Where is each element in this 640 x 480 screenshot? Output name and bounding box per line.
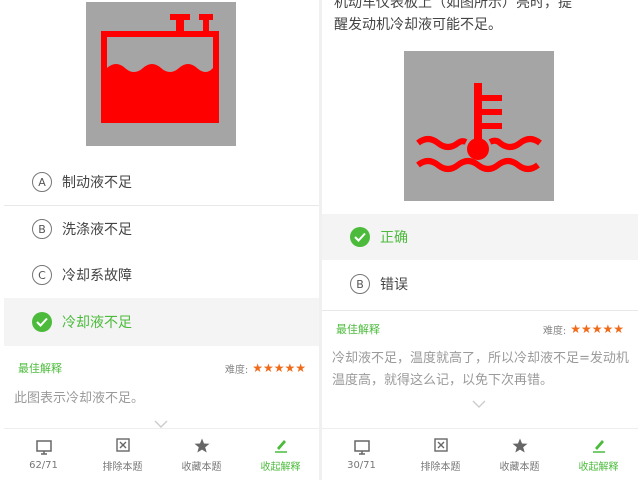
difficulty: 难度: ★★★★★	[543, 322, 624, 337]
bottom-toolbar: 30/71 排除本题 收藏本题 收起解释	[322, 428, 638, 480]
left-question-panel: A 制动液不足 B 洗涤液不足 C 冷却系故障 冷却液不足 最佳解释 难度: ★…	[4, 0, 320, 480]
explanation-header: 最佳解释 难度: ★★★★★	[322, 316, 638, 342]
option-c-label: 冷却系故障	[62, 268, 132, 284]
coolant-temperature-icon	[416, 83, 542, 172]
chevron-down-icon[interactable]	[472, 400, 486, 408]
explanation-text: 冷却液不足，温度就高了，所以冷却液不足=发动机温度高，就得这么记，以免下次再错。	[332, 351, 629, 388]
question-text-line-1: 机动车仪表板上（如图所示）亮时，提	[334, 0, 572, 11]
favorite-question-label: 收藏本题	[499, 462, 540, 473]
difficulty-label: 难度:	[224, 364, 249, 376]
difficulty-stars: ★★★★★	[252, 361, 306, 375]
option-true-label: 正确	[380, 230, 408, 246]
question-text-line-2: 醒发动机冷却液可能不足。	[334, 17, 502, 33]
progress-button[interactable]: 30/71	[322, 429, 401, 480]
option-b-false[interactable]: B 错误	[322, 261, 638, 307]
bottom-toolbar: 62/71 排除本题 收藏本题 收起解释	[4, 428, 320, 480]
pencil-icon	[592, 436, 606, 454]
collapse-explanation-button[interactable]: 收起解释	[241, 429, 320, 480]
right-question-panel: 机动车仪表板上（如图所示）亮时，提 醒发动机冷却液可能不足。 正确 B 错误 最…	[322, 0, 638, 480]
option-c[interactable]: C 冷却系故障	[4, 252, 320, 298]
exclude-question-label: 排除本题	[420, 462, 461, 473]
divider	[322, 310, 638, 311]
progress-button[interactable]: 62/71	[4, 429, 83, 480]
difficulty-stars: ★★★★★	[570, 322, 624, 336]
check-icon	[350, 227, 370, 247]
check-icon	[32, 312, 52, 332]
favorite-question-button[interactable]: 收藏本题	[162, 429, 241, 480]
collapse-explanation-label: 收起解释	[578, 462, 619, 473]
collapse-explanation-button[interactable]: 收起解释	[559, 429, 638, 480]
option-d-label: 冷却液不足	[62, 315, 132, 331]
coolant-reservoir-icon	[101, 14, 219, 123]
star-icon	[194, 436, 210, 454]
favorite-question-button[interactable]: 收藏本题	[480, 429, 559, 480]
exclude-question-button[interactable]: 排除本题	[83, 429, 162, 480]
option-a[interactable]: A 制动液不足	[4, 159, 320, 205]
option-b-label: 洗涤液不足	[62, 222, 132, 238]
option-b[interactable]: B 洗涤液不足	[4, 206, 320, 252]
difficulty-label: 难度:	[542, 325, 567, 337]
option-correct-true[interactable]: 正确	[322, 214, 638, 260]
option-a-key: A	[32, 172, 52, 192]
option-b-key: B	[32, 219, 52, 239]
exclude-question-label: 排除本题	[102, 462, 143, 473]
pencil-icon	[274, 436, 288, 454]
monitor-icon	[35, 438, 52, 456]
option-c-key: C	[32, 265, 52, 285]
option-false-label: 错误	[380, 277, 408, 293]
explanation-text: 此图表示冷却液不足。	[14, 391, 145, 406]
option-d-correct[interactable]: 冷却液不足	[4, 298, 320, 346]
explanation-header: 最佳解释 难度: ★★★★★	[4, 355, 320, 381]
star-icon	[512, 436, 528, 454]
monitor-icon	[353, 438, 370, 456]
close-box-icon	[433, 436, 448, 454]
question-text: 机动车仪表板上（如图所示）亮时，提 醒发动机冷却液可能不足。	[334, 0, 624, 36]
close-box-icon	[115, 436, 130, 454]
option-b-key: B	[350, 274, 370, 294]
progress-label: 30/71	[347, 460, 376, 471]
chevron-down-icon[interactable]	[154, 420, 168, 428]
difficulty: 难度: ★★★★★	[225, 361, 306, 376]
explanation-title: 最佳解释	[18, 362, 62, 375]
favorite-question-label: 收藏本题	[181, 462, 222, 473]
exclude-question-button[interactable]: 排除本题	[401, 429, 480, 480]
collapse-explanation-label: 收起解释	[260, 462, 301, 473]
option-a-label: 制动液不足	[62, 175, 132, 191]
coolant-temperature-warning-image	[404, 51, 554, 201]
progress-label: 62/71	[29, 460, 58, 471]
explanation-title: 最佳解释	[336, 323, 380, 336]
coolant-reservoir-warning-image	[86, 2, 236, 146]
